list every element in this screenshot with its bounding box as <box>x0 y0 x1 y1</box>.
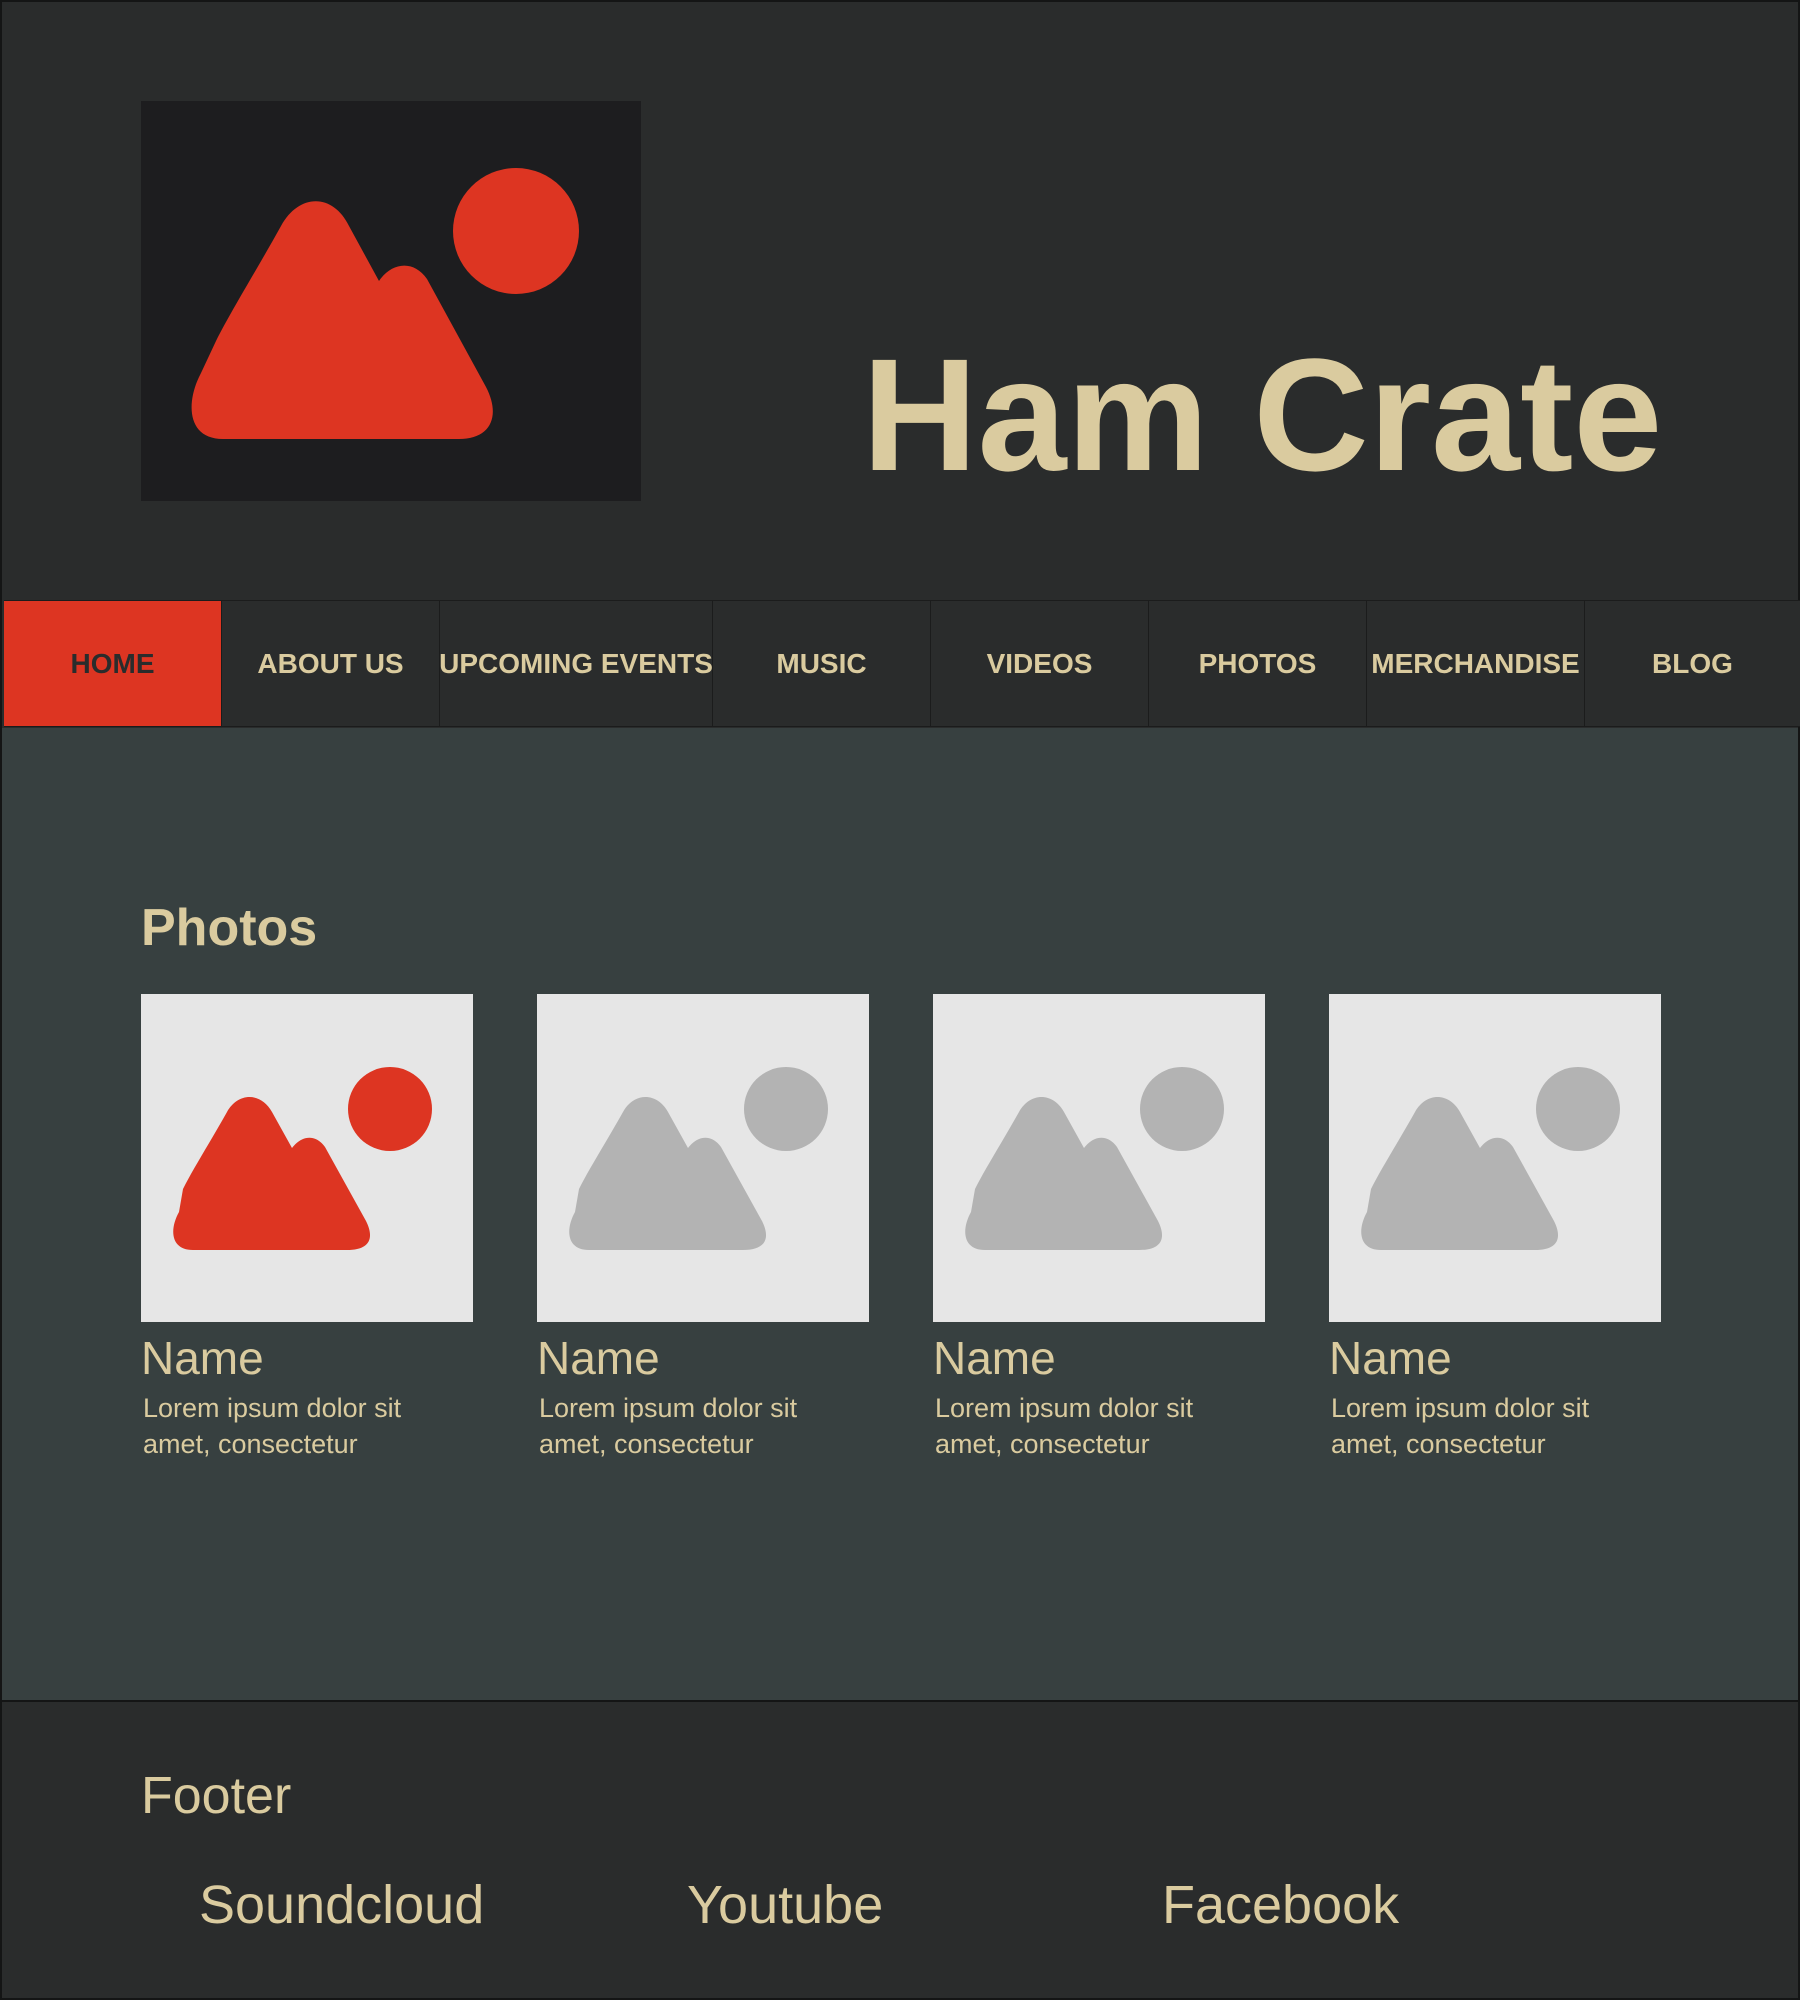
photo-card-name: Name <box>1329 1332 1452 1384</box>
footer-link-facebook[interactable]: Facebook <box>1162 1874 1399 1936</box>
photo-thumbnail[interactable] <box>141 994 473 1322</box>
photo-card-description: Lorem ipsum dolor sit amet, consectetur <box>935 1393 1194 1459</box>
image-placeholder-icon <box>1361 1067 1620 1250</box>
page: Ham Crate HOME ABOUT US UPCOMING EVENTS … <box>0 0 1800 2000</box>
nav-item-photos[interactable]: PHOTOS <box>1149 601 1367 726</box>
photo-thumbnail[interactable] <box>537 994 869 1322</box>
nav-item-blog[interactable]: BLOG <box>1585 601 1800 726</box>
nav-item-merchandise[interactable]: MERCHANDISE <box>1367 601 1585 726</box>
image-placeholder-icon <box>173 1067 432 1250</box>
photo-card-name: Name <box>141 1332 264 1384</box>
photo-card-name: Name <box>537 1332 660 1384</box>
site-footer: Footer Soundcloud Youtube Facebook <box>2 1700 1798 1998</box>
image-placeholder-icon <box>965 1067 1224 1250</box>
footer-title: Footer <box>141 1767 292 1825</box>
nav-item-music[interactable]: MUSIC <box>713 601 931 726</box>
section-heading: Photos <box>141 899 318 957</box>
photo-card-name: Name <box>933 1332 1056 1384</box>
site-title: Ham Crate <box>862 325 1663 504</box>
main-content: Photos Name Lorem ipsum dolor sit amet, … <box>2 728 1798 1700</box>
photo-card: Name Lorem ipsum dolor sit amet, consect… <box>933 994 1265 1462</box>
photo-card: Name Lorem ipsum dolor sit amet, consect… <box>537 994 869 1462</box>
photo-card: Name Lorem ipsum dolor sit amet, consect… <box>1329 994 1661 1462</box>
nav-item-upcoming-events[interactable]: UPCOMING EVENTS <box>439 601 713 726</box>
photo-thumbnail[interactable] <box>1329 994 1661 1322</box>
photo-gallery: Name Lorem ipsum dolor sit amet, consect… <box>141 994 1661 1462</box>
photo-card-description: Lorem ipsum dolor sit amet, consectetur <box>539 1393 798 1459</box>
nav-item-videos[interactable]: VIDEOS <box>931 601 1149 726</box>
photo-card: Name Lorem ipsum dolor sit amet, consect… <box>141 994 473 1462</box>
photo-thumbnail[interactable] <box>933 994 1265 1322</box>
nav-item-home[interactable]: HOME <box>4 601 222 726</box>
image-placeholder-icon <box>191 168 579 439</box>
photo-card-description: Lorem ipsum dolor sit amet, consectetur <box>143 1393 402 1459</box>
site-header: Ham Crate <box>2 2 1798 599</box>
footer-link-youtube[interactable]: Youtube <box>687 1874 883 1936</box>
image-placeholder-icon <box>569 1067 828 1250</box>
footer-link-soundcloud[interactable]: Soundcloud <box>199 1874 484 1936</box>
logo[interactable] <box>141 101 641 501</box>
main-nav: HOME ABOUT US UPCOMING EVENTS MUSIC VIDE… <box>4 600 1800 727</box>
photo-card-description: Lorem ipsum dolor sit amet, consectetur <box>1331 1393 1590 1459</box>
nav-item-about-us[interactable]: ABOUT US <box>222 601 440 726</box>
